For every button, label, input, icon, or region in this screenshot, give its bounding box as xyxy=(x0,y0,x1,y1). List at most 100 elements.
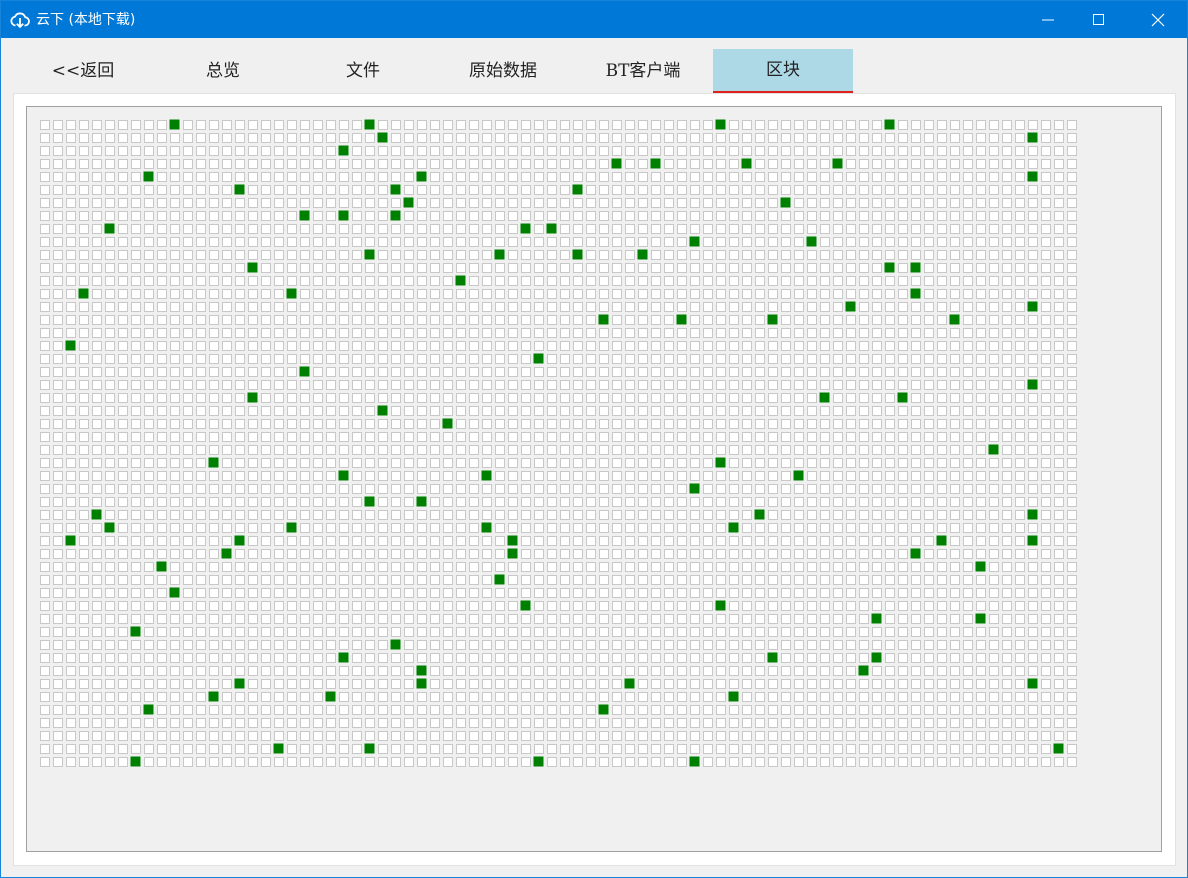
block-empty xyxy=(885,211,895,221)
block-empty xyxy=(456,562,466,572)
block-empty xyxy=(833,237,843,247)
block-empty xyxy=(274,614,284,624)
block-empty xyxy=(664,367,674,377)
block-empty xyxy=(287,393,297,403)
block-empty xyxy=(898,705,908,715)
block-empty xyxy=(534,510,544,520)
block-empty xyxy=(118,445,128,455)
block-empty xyxy=(560,653,570,663)
block-empty xyxy=(755,341,765,351)
block-empty xyxy=(729,198,739,208)
block-empty xyxy=(924,627,934,637)
block-empty xyxy=(391,731,401,741)
block-empty xyxy=(1054,185,1064,195)
block-empty xyxy=(131,549,141,559)
block-empty xyxy=(872,718,882,728)
block-empty xyxy=(807,185,817,195)
block-empty xyxy=(1067,380,1077,390)
block-empty xyxy=(417,393,427,403)
block-empty xyxy=(989,198,999,208)
block-empty xyxy=(833,562,843,572)
block-empty xyxy=(1054,159,1064,169)
block-empty xyxy=(326,159,336,169)
block-empty xyxy=(677,419,687,429)
block-empty xyxy=(79,510,89,520)
block-empty xyxy=(391,380,401,390)
tab-back[interactable]: <<返回 xyxy=(13,49,153,93)
block-empty xyxy=(430,640,440,650)
close-button[interactable] xyxy=(1133,1,1183,38)
block-empty xyxy=(118,562,128,572)
block-empty xyxy=(482,120,492,130)
tab-bt-client[interactable]: BT客户端 xyxy=(573,49,713,93)
tab-raw-data[interactable]: 原始数据 xyxy=(433,49,573,93)
block-empty xyxy=(183,523,193,533)
minimize-button[interactable] xyxy=(1023,1,1073,38)
block-empty xyxy=(794,666,804,676)
maximize-button[interactable] xyxy=(1074,1,1124,38)
block-empty xyxy=(209,666,219,676)
block-empty xyxy=(755,380,765,390)
block-empty xyxy=(742,692,752,702)
block-empty xyxy=(456,653,466,663)
block-empty xyxy=(690,445,700,455)
tab-files[interactable]: 文件 xyxy=(293,49,433,93)
block-downloaded xyxy=(1027,132,1038,143)
block-downloaded xyxy=(247,262,258,273)
block-empty xyxy=(274,185,284,195)
block-empty xyxy=(937,224,947,234)
block-empty xyxy=(703,315,713,325)
block-empty xyxy=(1054,445,1064,455)
block-empty xyxy=(248,627,258,637)
block-empty xyxy=(560,328,570,338)
block-empty xyxy=(742,302,752,312)
block-empty xyxy=(313,679,323,689)
block-empty xyxy=(196,484,206,494)
block-empty xyxy=(521,263,531,273)
block-empty xyxy=(859,432,869,442)
block-empty xyxy=(404,666,414,676)
block-empty xyxy=(937,484,947,494)
block-empty xyxy=(66,705,76,715)
block-empty xyxy=(781,250,791,260)
block-empty xyxy=(521,432,531,442)
tab-overview[interactable]: 总览 xyxy=(153,49,293,93)
block-empty xyxy=(1041,484,1051,494)
block-empty xyxy=(261,458,271,468)
block-empty xyxy=(313,484,323,494)
block-empty xyxy=(729,133,739,143)
block-empty xyxy=(573,367,583,377)
block-empty xyxy=(924,562,934,572)
block-empty xyxy=(638,263,648,273)
block-empty xyxy=(716,575,726,585)
block-downloaded xyxy=(338,210,349,221)
block-empty xyxy=(963,263,973,273)
block-empty xyxy=(469,640,479,650)
block-empty xyxy=(170,731,180,741)
block-empty xyxy=(313,211,323,221)
block-empty xyxy=(417,627,427,637)
tab-blocks[interactable]: 区块 xyxy=(713,49,853,93)
block-empty xyxy=(794,731,804,741)
block-empty xyxy=(404,302,414,312)
block-empty xyxy=(326,705,336,715)
block-empty xyxy=(521,211,531,221)
block-empty xyxy=(1015,302,1025,312)
block-empty xyxy=(495,614,505,624)
block-empty xyxy=(209,679,219,689)
block-empty xyxy=(820,497,830,507)
block-empty xyxy=(859,757,869,767)
block-empty xyxy=(781,549,791,559)
block-empty xyxy=(508,432,518,442)
block-empty xyxy=(326,146,336,156)
block-empty xyxy=(586,640,596,650)
block-empty xyxy=(469,380,479,390)
block-empty xyxy=(495,185,505,195)
block-empty xyxy=(573,666,583,676)
block-empty xyxy=(820,653,830,663)
tab-bar: <<返回 总览 文件 原始数据 BT客户端 区块 xyxy=(13,49,1175,93)
block-empty xyxy=(820,705,830,715)
block-empty xyxy=(430,133,440,143)
block-empty xyxy=(430,653,440,663)
block-empty xyxy=(313,393,323,403)
